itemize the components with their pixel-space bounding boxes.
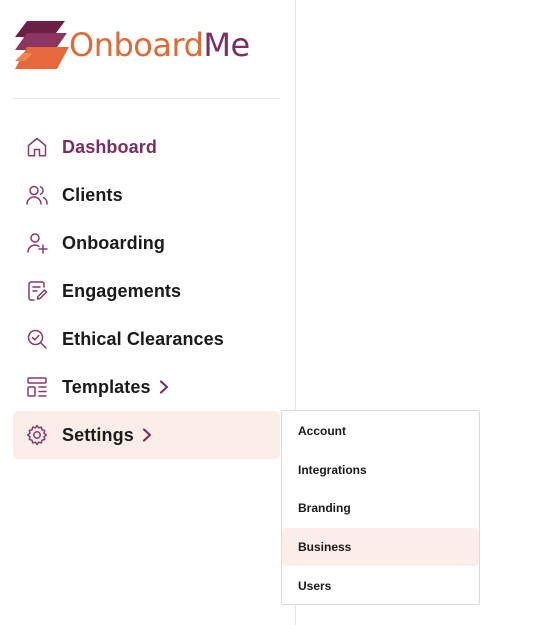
nav-label-dashboard: Dashboard	[62, 136, 157, 157]
nav-item-onboarding[interactable]: Onboarding	[13, 219, 280, 267]
nav-label-clients: Clients	[62, 184, 123, 205]
nav-item-templates[interactable]: Templates	[13, 363, 280, 411]
nav-label-ethical-clearances: Ethical Clearances	[62, 328, 224, 349]
nav-item-clients[interactable]: Clients	[13, 171, 280, 219]
brand-name-part1: Onboard	[69, 26, 204, 64]
users-icon	[25, 183, 49, 207]
settings-submenu: Account Integrations Branding Business U…	[281, 410, 480, 605]
nav-item-ethical-clearances[interactable]: Ethical Clearances	[13, 315, 280, 363]
submenu-item-integrations[interactable]: Integrations	[282, 451, 479, 490]
chevron-right-icon	[159, 380, 171, 394]
nav-label-engagements: Engagements	[62, 280, 182, 301]
brand-name: OnboardMe	[69, 29, 250, 61]
nav-label-settings: Settings	[62, 424, 134, 445]
app-logo[interactable]: OnboardMe	[13, 18, 250, 72]
logo-mark-icon	[15, 21, 69, 69]
submenu-item-users[interactable]: Users	[282, 566, 479, 605]
nav-item-engagements[interactable]: Engagements	[13, 267, 280, 315]
submenu-item-branding[interactable]: Branding	[282, 489, 479, 528]
sidebar: OnboardMe Dashboard Clients Onboarding E…	[0, 0, 296, 625]
divider	[13, 98, 280, 99]
document-edit-icon	[25, 279, 49, 303]
chevron-right-icon	[142, 428, 154, 442]
layout-icon	[25, 375, 49, 399]
search-check-icon	[25, 327, 49, 351]
nav-item-dashboard[interactable]: Dashboard	[13, 123, 280, 171]
submenu-item-business[interactable]: Business	[282, 527, 479, 567]
brand-name-part2: Me	[203, 26, 250, 64]
gear-icon	[25, 423, 49, 447]
nav-label-onboarding: Onboarding	[62, 232, 165, 253]
user-plus-icon	[25, 231, 49, 255]
main-nav: Dashboard Clients Onboarding Engagements	[13, 123, 280, 459]
submenu-item-account[interactable]: Account	[282, 412, 479, 451]
home-icon	[25, 135, 49, 159]
nav-item-settings[interactable]: Settings	[13, 411, 280, 459]
nav-label-templates: Templates	[62, 376, 151, 397]
